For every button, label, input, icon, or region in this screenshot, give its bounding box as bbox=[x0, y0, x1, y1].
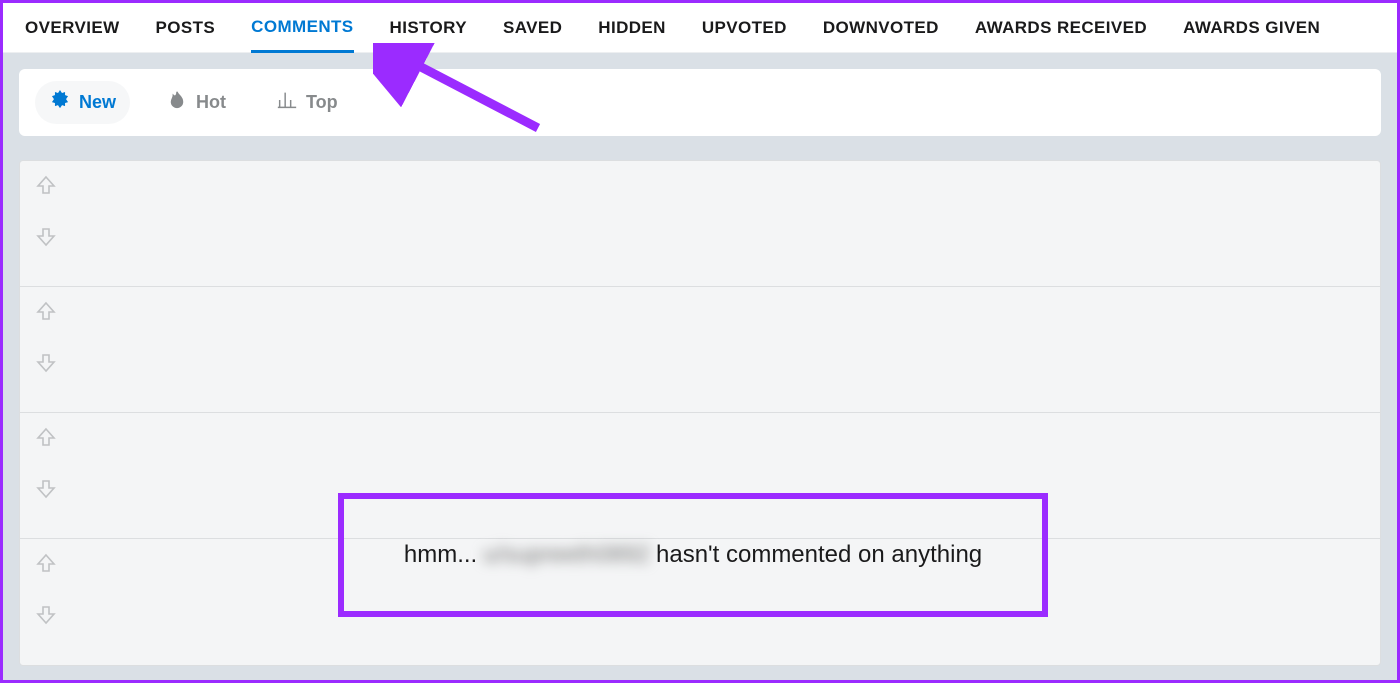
empty-state-highlight: hmm... u/supreeth0892 hasn't commented o… bbox=[338, 493, 1048, 617]
sort-new-label: New bbox=[79, 92, 116, 113]
flame-icon bbox=[166, 89, 188, 116]
tab-upvoted[interactable]: UPVOTED bbox=[702, 3, 787, 53]
upvote-icon[interactable] bbox=[34, 173, 58, 197]
tab-overview[interactable]: OVERVIEW bbox=[25, 3, 120, 53]
downvote-icon[interactable] bbox=[34, 477, 58, 501]
vote-column bbox=[34, 551, 58, 627]
tab-hidden[interactable]: HIDDEN bbox=[598, 3, 666, 53]
sort-hot-button[interactable]: Hot bbox=[152, 81, 240, 124]
downvote-icon[interactable] bbox=[34, 225, 58, 249]
empty-suffix: hasn't commented on anything bbox=[656, 541, 982, 569]
upvote-icon[interactable] bbox=[34, 551, 58, 575]
tab-saved[interactable]: SAVED bbox=[503, 3, 562, 53]
upvote-icon[interactable] bbox=[34, 299, 58, 323]
placeholder-row bbox=[20, 287, 1380, 413]
bar-chart-icon bbox=[276, 89, 298, 116]
tab-downvoted[interactable]: DOWNVOTED bbox=[823, 3, 939, 53]
sort-top-label: Top bbox=[306, 92, 338, 113]
sort-hot-label: Hot bbox=[196, 92, 226, 113]
empty-username-blurred: u/supreeth0892 bbox=[483, 541, 650, 569]
profile-page: OVERVIEW POSTS COMMENTS HISTORY SAVED HI… bbox=[0, 0, 1400, 683]
upvote-icon[interactable] bbox=[34, 425, 58, 449]
tab-posts[interactable]: POSTS bbox=[156, 3, 216, 53]
empty-prefix: hmm... bbox=[404, 541, 477, 569]
tab-awards-received[interactable]: AWARDS RECEIVED bbox=[975, 3, 1147, 53]
vote-column bbox=[34, 299, 58, 375]
sort-new-button[interactable]: New bbox=[35, 81, 130, 124]
tab-history[interactable]: HISTORY bbox=[390, 3, 467, 53]
sort-top-button[interactable]: Top bbox=[262, 81, 352, 124]
certificate-icon bbox=[49, 89, 71, 116]
vote-column bbox=[34, 425, 58, 501]
placeholder-row bbox=[20, 161, 1380, 287]
tab-awards-given[interactable]: AWARDS GIVEN bbox=[1183, 3, 1320, 53]
tab-comments[interactable]: COMMENTS bbox=[251, 3, 353, 53]
sort-bar: New Hot Top bbox=[19, 69, 1381, 136]
downvote-icon[interactable] bbox=[34, 603, 58, 627]
downvote-icon[interactable] bbox=[34, 351, 58, 375]
profile-tabs: OVERVIEW POSTS COMMENTS HISTORY SAVED HI… bbox=[3, 3, 1397, 53]
empty-state-text: hmm... u/supreeth0892 hasn't commented o… bbox=[404, 541, 982, 569]
vote-column bbox=[34, 173, 58, 249]
